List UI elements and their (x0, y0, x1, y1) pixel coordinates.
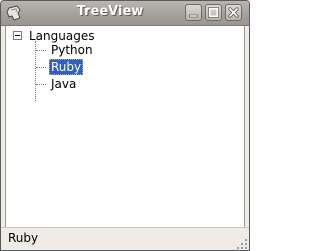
close-icon (228, 7, 239, 18)
resize-grip-icon[interactable] (236, 238, 248, 250)
treeview-window: TreeView Languages Python Ruby Java Ruby (0, 0, 250, 251)
window-title: TreeView (76, 4, 144, 19)
title-bar[interactable]: TreeView (1, 1, 249, 26)
maximize-icon (208, 7, 219, 18)
tree-node-label: Python (51, 43, 93, 57)
status-text: Ruby (8, 231, 39, 245)
tree-view[interactable]: Languages Python Ruby Java (5, 26, 245, 250)
close-button[interactable] (225, 4, 242, 21)
status-bar: Ruby (1, 227, 249, 250)
tree-node-ruby[interactable]: Ruby (6, 59, 244, 75)
app-icon[interactable] (5, 4, 23, 22)
tree-node-label-selected: Ruby (49, 59, 84, 75)
tree-node-label: Java (51, 77, 77, 91)
tree-node-languages[interactable]: Languages (6, 26, 244, 43)
minimize-button[interactable] (185, 4, 202, 21)
tree-node-python[interactable]: Python (6, 42, 244, 58)
minimize-icon (189, 14, 198, 18)
tree-node-java[interactable]: Java (6, 76, 244, 92)
maximize-button[interactable] (205, 4, 222, 21)
